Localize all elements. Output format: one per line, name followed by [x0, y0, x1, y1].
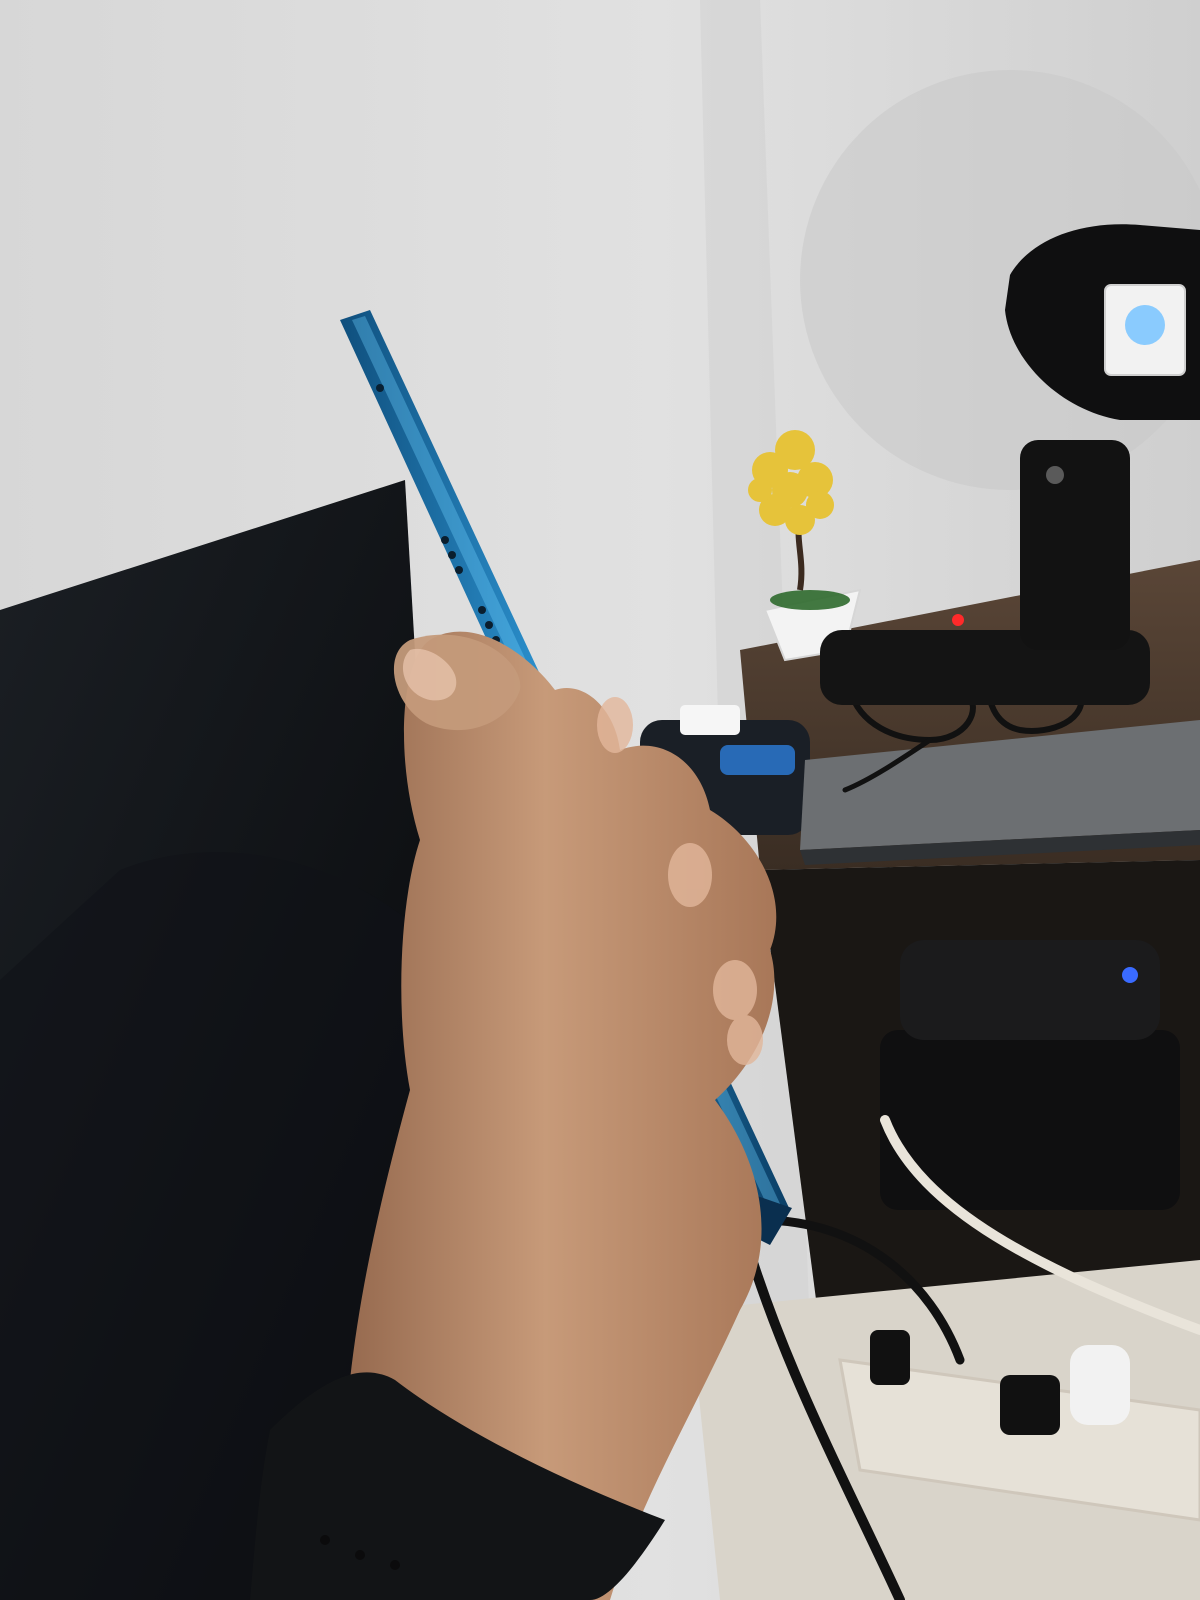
fan-sticker-badge-icon [1125, 305, 1165, 345]
plug-black-2 [1000, 1375, 1060, 1435]
printer-window [720, 745, 795, 775]
fan-knob [1046, 466, 1064, 484]
plug-black-1 [870, 1330, 910, 1385]
fan-indicator-red [952, 614, 964, 626]
scene-illustration [0, 0, 1200, 1600]
fan-stand [1020, 440, 1130, 650]
desk-lower-panel-top [900, 940, 1160, 1040]
printer-paper [680, 705, 740, 735]
plug-white-1 [1070, 1345, 1130, 1425]
flower-moss [770, 590, 850, 610]
photo-scene [0, 0, 1200, 1600]
phone-mic-hole-icon [376, 384, 384, 392]
status-led-icon [1122, 967, 1138, 983]
